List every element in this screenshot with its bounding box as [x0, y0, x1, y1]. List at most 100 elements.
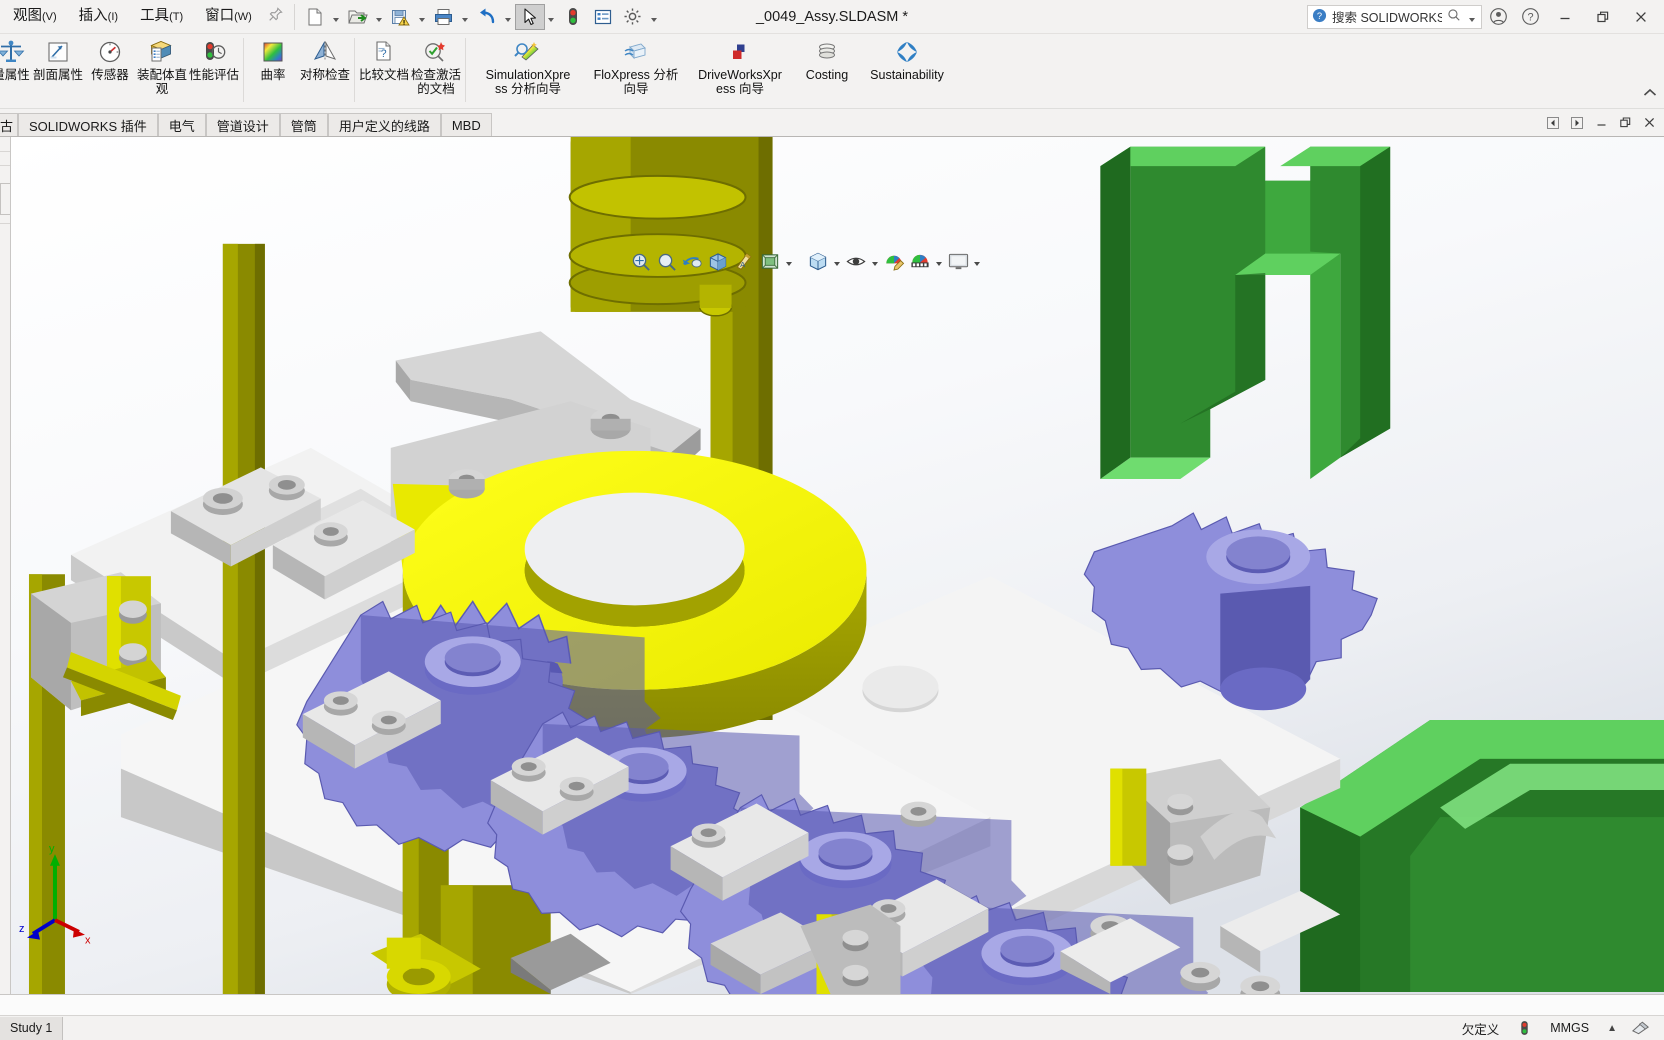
gear-icon: [624, 8, 641, 25]
tab-clipped-previous[interactable]: 古: [0, 113, 19, 136]
doc-restore-button[interactable]: [1614, 113, 1636, 133]
svg-text:A: A: [740, 260, 746, 269]
view-orientation-button[interactable]: A: [731, 248, 757, 274]
ribbon-symmetry-check-label: 对称检查: [299, 68, 350, 82]
tab-mbd[interactable]: MBD: [440, 113, 492, 136]
options-list-button[interactable]: [588, 4, 618, 30]
menu-tools[interactable]: 工具(T): [129, 5, 194, 28]
ribbon-curvature[interactable]: 曲率: [247, 34, 299, 106]
menu-view[interactable]: 观图(V): [2, 5, 68, 28]
ribbon-assembly-visualization[interactable]: 装配体直观: [136, 34, 188, 106]
menu-window[interactable]: 窗口(W): [194, 5, 263, 28]
edit-overlay-icon[interactable]: [1623, 1020, 1664, 1036]
ribbon-separator-2: [354, 38, 355, 102]
ribbon-symmetry-check[interactable]: 对称检查: [299, 34, 351, 106]
display-style-button[interactable]: [757, 248, 783, 274]
ribbon-check-active-document[interactable]: 检查激活的文档: [410, 34, 462, 106]
view-setting-display-caret[interactable]: [971, 248, 983, 274]
ribbon-simulationxpress[interactable]: SimulationXpress 分析向导: [469, 34, 587, 106]
view-settings-caret[interactable]: [831, 248, 843, 274]
rebuild-button[interactable]: [558, 4, 588, 30]
ribbon-mass-properties[interactable]: 量属性: [0, 34, 32, 106]
doc-next-button[interactable]: [1566, 113, 1588, 133]
rebuild-status-icon[interactable]: [1511, 1020, 1538, 1037]
search-icon[interactable]: [1447, 8, 1461, 25]
doc-minimize-button[interactable]: [1590, 113, 1612, 133]
new-document-caret[interactable]: [330, 4, 343, 30]
tab-user-defined-route[interactable]: 用户定义的线路: [327, 113, 441, 136]
simulationxpress-icon: [513, 38, 543, 66]
save-document-caret[interactable]: [416, 4, 429, 30]
menu-view-label: 观图: [13, 8, 42, 25]
tab-routing-piping-label: 管道设计: [216, 118, 269, 134]
ribbon-floxpress[interactable]: FloXpress 分析向导: [587, 34, 685, 106]
select-button[interactable]: [514, 3, 545, 30]
tab-solidworks-addins[interactable]: SOLIDWORKS 插件: [18, 113, 158, 136]
window-close-button[interactable]: [1622, 1, 1660, 33]
section-view-button[interactable]: [705, 248, 731, 274]
open-document-button[interactable]: [343, 4, 373, 30]
apply-scene-button[interactable]: [907, 248, 933, 274]
ribbon-section-properties[interactable]: 剖面属性: [32, 34, 84, 106]
search-input[interactable]: ? 搜索 SOLIDWORKS 帮助: [1307, 4, 1482, 30]
units-label[interactable]: MMGS: [1538, 1021, 1601, 1035]
tab-routing-piping[interactable]: 管道设计: [205, 113, 280, 136]
view-toolbar-overflow-caret[interactable]: [783, 248, 795, 274]
ribbon-sensor[interactable]: 传感器: [84, 34, 136, 106]
select-caret[interactable]: [545, 4, 558, 30]
tab-clipped-previous-label: 古: [0, 118, 14, 134]
units-caret[interactable]: ▲: [1601, 1023, 1623, 1034]
hide-show-items-caret[interactable]: [869, 248, 881, 274]
save-document-button[interactable]: [386, 4, 416, 30]
ribbon-group-evaluate-1: 量属性 剖面属性 传感器 装配体直观: [0, 34, 240, 108]
doc-previous-button[interactable]: [1542, 113, 1564, 133]
doc-close-button[interactable]: [1638, 113, 1660, 133]
view-settings-button[interactable]: [805, 248, 831, 274]
ribbon-driveworksxpress[interactable]: DriveWorksXpress 向导: [685, 34, 795, 106]
tab-tubing[interactable]: 管筒: [279, 113, 328, 136]
previous-view-button[interactable]: [679, 248, 705, 274]
display-style-icon: [761, 253, 779, 269]
tab-electrical-label: 电气: [168, 118, 195, 134]
status-bar: Study 1 欠定义 MMGS ▲: [0, 1015, 1664, 1040]
undo-arrow-icon: [479, 8, 495, 23]
eye-icon: [846, 257, 866, 265]
ribbon-costing[interactable]: Costing: [795, 34, 859, 106]
open-document-caret[interactable]: [373, 4, 386, 30]
settings-button[interactable]: [618, 4, 648, 30]
ribbon-compare-documents[interactable]: ? 比较文档: [358, 34, 410, 106]
print-button[interactable]: [429, 4, 459, 30]
window-restore-button[interactable]: [1584, 1, 1622, 33]
edit-appearance-button[interactable]: [881, 248, 907, 274]
study-tab[interactable]: Study 1: [0, 1016, 64, 1040]
undo-button[interactable]: [472, 4, 502, 30]
graphics-viewport[interactable]: y z x A: [11, 137, 1664, 994]
tab-electrical[interactable]: 电气: [157, 113, 206, 136]
apply-scene-caret[interactable]: [933, 248, 945, 274]
help-icon[interactable]: ?: [1514, 2, 1546, 32]
window-minimize-button[interactable]: [1546, 1, 1584, 33]
previous-view-icon: [682, 256, 702, 267]
new-document-button[interactable]: [300, 4, 330, 30]
heads-up-view-toolbar: A: [627, 247, 983, 275]
zoom-area-icon: [658, 253, 676, 271]
ribbon-separator-3: [465, 38, 466, 102]
ribbon-performance-evaluation[interactable]: 性能评估: [188, 34, 240, 106]
title-bar-right: ? 搜索 SOLIDWORKS 帮助 ?: [1307, 0, 1664, 33]
ribbon-curvature-label: 曲率: [260, 68, 286, 82]
ribbon-simulationxpress-label: SimulationXpress 分析向导: [485, 68, 571, 96]
feature-tree-rail[interactable]: [0, 137, 11, 994]
search-caret[interactable]: [1466, 4, 1477, 30]
hide-show-items-button[interactable]: [843, 248, 869, 274]
zoom-to-area-button[interactable]: [653, 248, 679, 274]
pin-icon[interactable]: [263, 7, 289, 26]
view-setting-display-button[interactable]: [945, 248, 971, 274]
undo-caret[interactable]: [502, 4, 515, 30]
print-caret[interactable]: [459, 4, 472, 30]
settings-caret[interactable]: [648, 4, 661, 30]
user-account-icon[interactable]: [1482, 2, 1514, 32]
menu-insert[interactable]: 插入(I): [68, 5, 129, 28]
ribbon-collapse-button[interactable]: [1642, 86, 1658, 103]
zoom-to-fit-button[interactable]: [627, 248, 653, 274]
ribbon-sustainability[interactable]: Sustainability: [859, 34, 955, 106]
